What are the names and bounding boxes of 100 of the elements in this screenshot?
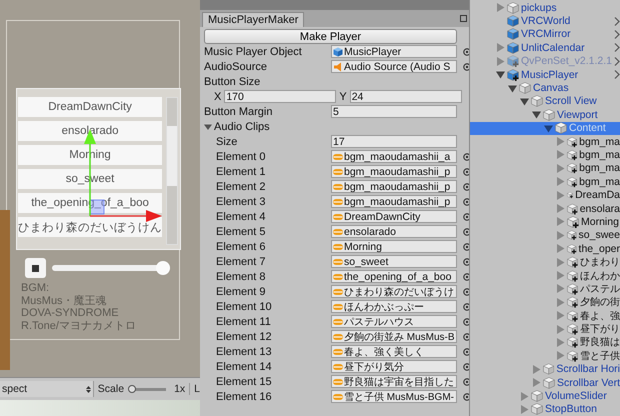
object-picker-icon[interactable] [463,168,469,176]
object-field[interactable]: ひまわり森のだいぼうけ [331,285,457,298]
hierarchy-item[interactable]: パステル [470,282,620,296]
object-field[interactable]: the_opening_of_a_boo [331,270,457,283]
object-picker-icon[interactable] [463,182,469,190]
audio-clip-icon [333,212,343,220]
object-picker-icon[interactable] [463,332,469,340]
object-picker-icon[interactable] [463,228,469,236]
object-picker-icon[interactable] [463,318,469,326]
object-field[interactable]: 春よ、強く美しく [331,345,457,358]
hierarchy-item[interactable]: 雪と子供 [470,349,620,363]
object-field[interactable]: 野良猫は宇宙を目指した [331,375,457,388]
object-field[interactable]: DreamDawnCity [331,210,457,223]
expanded-arrow-icon[interactable] [508,84,517,93]
hierarchy-item[interactable]: pickups [470,1,620,14]
object-field[interactable]: Audio Source (Audio S [331,60,457,73]
hierarchy-item[interactable]: bgm_ma [470,175,620,188]
volume-slider[interactable] [52,261,170,275]
expanded-arrow-icon[interactable] [544,124,553,133]
field-label: Element 3 [215,196,267,208]
object-picker-icon[interactable] [463,362,469,370]
hierarchy-item[interactable]: StopButton [470,402,620,416]
object-field[interactable]: Morning [331,240,457,253]
hierarchy-item[interactable]: 春よ、強 [470,308,620,322]
hierarchy-item[interactable]: Viewport [470,108,620,122]
hierarchy-item[interactable]: DreamDa [470,188,620,202]
make-player-button[interactable]: Make Player [204,29,457,44]
object-field[interactable]: MusicPlayer [331,45,457,58]
hierarchy-item[interactable]: VRCMirror [470,28,620,42]
hierarchy-item[interactable]: ひまわり [470,255,620,269]
hierarchy-item[interactable]: 夕餉の街 [470,296,620,309]
field-label: Element 16 [215,390,273,402]
hierarchy-item[interactable]: the_oper [470,242,620,256]
object-field[interactable]: 雪と子供 MusMus-BGM- [331,390,457,403]
menu-icon[interactable] [460,15,467,22]
object-picker-icon[interactable] [463,348,469,356]
expanded-arrow-icon[interactable] [520,96,529,106]
audio-clip-icon [333,378,343,386]
object-field[interactable]: so_sweet [331,255,457,268]
object-field[interactable]: bgm_maoudamashii_p [331,165,457,178]
item-label: VolumeSlider [545,390,607,402]
hierarchy-item[interactable]: so_swee [470,228,620,242]
audio-clips-foldout[interactable]: Audio Clips [204,120,270,132]
object-picker-icon[interactable] [463,378,469,386]
number-field[interactable]: 24 [350,90,462,103]
aspect-dropdown[interactable]: spect [0,381,94,397]
field-label: Element 8 [215,270,267,282]
number-field[interactable]: 5 [331,105,457,118]
hierarchy-item[interactable]: bgm_ma [470,148,620,162]
number-field[interactable]: 170 [224,90,336,103]
hierarchy-item[interactable]: Scroll View [470,94,620,108]
hierarchy-item[interactable]: ensolara [470,202,620,216]
object-field[interactable]: bgm_maoudamashii_p [331,180,457,193]
hierarchy-item[interactable]: Morning [470,215,620,229]
audio-clip-icon [333,168,343,176]
hierarchy-item[interactable]: UnlitCalendar [470,41,620,55]
stop-button[interactable] [25,258,46,278]
hierarchy-item[interactable]: Scrollbar Vert [470,376,620,390]
hierarchy-item[interactable]: VRCWorld [470,14,620,28]
object-picker-icon[interactable] [463,242,469,250]
field-label: Button Size [204,76,262,88]
window-tab[interactable]: MusicPlayerMaker [202,12,304,27]
hierarchy-item[interactable]: Canvas [470,81,620,95]
expanded-arrow-icon[interactable] [532,110,541,120]
scrollbar[interactable] [166,97,178,245]
field-label: Element 0 [215,150,267,162]
song-button[interactable]: ひまわり森のだいぼうけん [18,217,162,237]
hierarchy-item[interactable]: VolumeSlider [470,389,620,403]
object-field[interactable]: 夕餉の街並み MusMus-B [331,330,457,343]
song-button[interactable]: DreamDawnCity [18,97,162,117]
object-field[interactable]: パステルハウス [331,315,457,328]
field-label: Music Player Object [204,46,303,58]
hierarchy-item[interactable]: 野良猫は [470,336,620,350]
item-label: 雪と子供 [580,350,620,363]
object-picker-icon[interactable] [463,288,469,296]
updown-icon [86,384,91,394]
hierarchy-item[interactable]: 昼下がり [470,322,620,336]
hierarchy-item[interactable]: bgm_ma [470,134,620,148]
object-picker-icon[interactable] [463,302,469,310]
expanded-arrow-icon[interactable] [496,70,505,80]
object-field[interactable]: bgm_maoudamashii_a [331,150,457,163]
object-field[interactable]: ほんわかぶっぷー [331,300,457,313]
object-picker-icon[interactable] [463,272,469,280]
object-picker-icon[interactable] [463,152,469,160]
hierarchy-item[interactable]: bgm_ma [470,162,620,176]
hierarchy-item[interactable]: MusicPlayer [470,68,620,82]
object-picker-icon[interactable] [463,62,469,70]
object-field[interactable]: ensolarado [331,225,457,238]
object-picker-icon[interactable] [463,392,469,400]
object-field[interactable]: bgm_maoudamashii_p [331,195,457,208]
number-field[interactable]: 17 [331,135,457,148]
object-picker-icon[interactable] [463,212,469,220]
object-picker-icon[interactable] [463,258,469,266]
item-label: 春よ、強 [580,310,620,323]
object-picker-icon[interactable] [463,48,469,56]
object-picker-icon[interactable] [463,198,469,206]
song-button[interactable]: ensolarado [18,121,162,141]
hierarchy-item[interactable]: ほんわか [470,268,620,282]
object-field[interactable]: 昼下がり気分 [331,360,457,373]
hierarchy-item[interactable]: Scrollbar Hori [470,362,620,376]
